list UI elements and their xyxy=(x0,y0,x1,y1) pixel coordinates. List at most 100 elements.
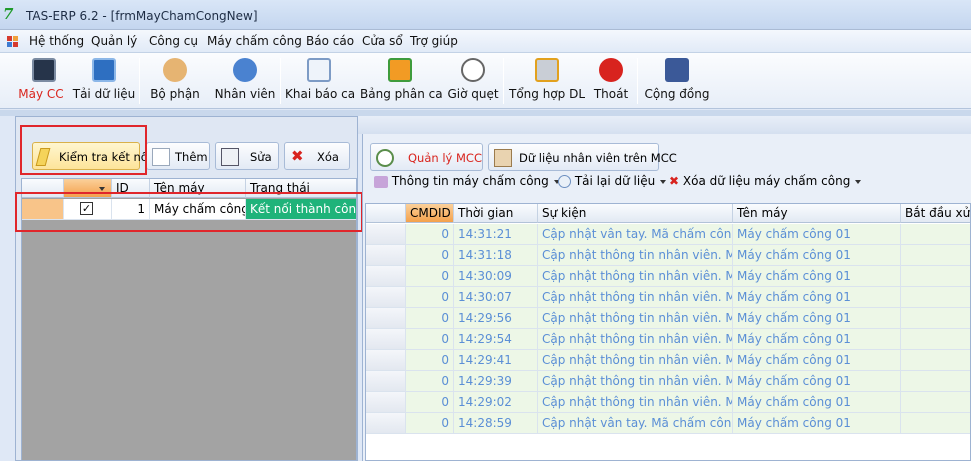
row-ten-may: Máy chấm công 01 xyxy=(733,371,901,392)
row-ten-may: Máy chấm công 01 xyxy=(733,266,901,287)
toolbar-label: Máy CC xyxy=(18,87,64,101)
toolbar-tai-du-lieu-button[interactable]: Tải dữ liệu xyxy=(72,53,136,109)
row-indicator xyxy=(366,329,406,350)
toolbar-tong-hop-dl-button[interactable]: Tổng hợp DL xyxy=(508,53,586,109)
row-thoi-gian: 14:29:41 xyxy=(454,350,538,371)
monitor-icon xyxy=(32,58,56,82)
delete-button[interactable]: ✖ Xóa xyxy=(284,142,350,170)
toolbar-label: Nhân viên xyxy=(214,87,276,101)
toolbar-label: Cộng đồng xyxy=(644,87,710,101)
toolbar-bo-phan-button[interactable]: Bộ phận xyxy=(146,53,204,109)
toolbar-thoat-button[interactable]: Thoát xyxy=(590,53,632,109)
toolbar-label: Giờ quẹt xyxy=(447,87,499,101)
row-ten-may: Máy chấm công 01 xyxy=(733,392,901,413)
facebook-icon xyxy=(665,58,689,82)
toolbar-label: Thoát xyxy=(593,87,629,101)
row-ten-may: Máy chấm công 01 xyxy=(733,329,901,350)
row-cmdid: 0 xyxy=(406,287,454,308)
row-ten-may: Máy chấm công 01 xyxy=(733,350,901,371)
toolbar-gio-quet-button[interactable]: Giờ quẹt xyxy=(447,53,499,109)
row-ten-may: Máy chấm công 01 xyxy=(733,308,901,329)
menu-may-cham-cong[interactable]: Máy chấm công xyxy=(207,34,302,48)
menu-quan-ly[interactable]: Quản lý xyxy=(91,34,137,48)
add-button[interactable]: Thêm xyxy=(146,142,210,170)
clock-icon xyxy=(461,58,485,82)
row-su-kien: Cập nhật thông tin nhân viên. Mã xyxy=(538,350,733,371)
grid-header-cmdid[interactable]: CMDID xyxy=(406,204,454,223)
add-label: Thêm xyxy=(175,150,208,164)
edit-button[interactable]: Sửa xyxy=(215,142,279,170)
row-indicator xyxy=(366,350,406,371)
reload-data-label: Tải lại dữ liệu xyxy=(574,174,656,188)
machine-info-label: Thông tin máy chấm công xyxy=(391,174,549,188)
toolbar-khai-bao-ca-button[interactable]: Khai báo ca xyxy=(285,53,356,109)
toolbar-nhan-vien-button[interactable]: Nhân viên xyxy=(213,53,277,109)
row-thoi-gian: 14:31:18 xyxy=(454,245,538,266)
row-cmdid: 0 xyxy=(406,224,454,245)
group-icon xyxy=(163,58,187,82)
row-indicator xyxy=(366,371,406,392)
grid-header-thoi-gian[interactable]: Thời gian xyxy=(454,204,538,223)
toolbar-may-cc-button[interactable]: Máy CC xyxy=(12,53,70,109)
row-indicator xyxy=(366,308,406,329)
toolbar-label: Khai báo ca xyxy=(285,87,356,101)
calendar-icon xyxy=(307,58,331,82)
tab-quan-ly-mcc[interactable]: Quản lý MCC xyxy=(370,143,483,171)
row-indicator xyxy=(366,392,406,413)
main-toolbar: Máy CC Tải dữ liệu Bộ phận Nhân viên Kha… xyxy=(0,53,971,109)
reload-data-dropdown[interactable]: Tải lại dữ liệu xyxy=(558,174,667,188)
row-thoi-gian: 14:30:07 xyxy=(454,287,538,308)
tab-du-lieu-nhan-vien[interactable]: Dữ liệu nhân viên trên MCC xyxy=(488,143,677,171)
app-menu-icon[interactable] xyxy=(7,36,19,47)
tab-quan-ly-mcc-label: Quản lý MCC xyxy=(408,151,482,165)
grid-header-ten-may[interactable]: Tên máy xyxy=(733,204,901,223)
tab-du-lieu-nhan-vien-label: Dữ liệu nhân viên trên MCC xyxy=(519,151,677,165)
row-ten-may: Máy chấm công 01 xyxy=(733,287,901,308)
menu-tro-giup[interactable]: Trợ giúp xyxy=(410,34,458,48)
row-cmdid: 0 xyxy=(406,308,454,329)
grid-header-su-kien[interactable]: Sự kiện xyxy=(538,204,733,223)
row-bat-dau-xu xyxy=(901,245,970,266)
download-icon xyxy=(92,58,116,82)
event-log-grid: CMDID Thời gian Sự kiện Tên máy Bắt đầu … xyxy=(365,203,971,461)
id-card-icon xyxy=(494,149,512,167)
menu-cua-so[interactable]: Cửa sổ xyxy=(362,34,403,48)
row-bat-dau-xu xyxy=(901,266,970,287)
toolbar-separator xyxy=(280,58,281,104)
grid-header-bat-dau-xu[interactable]: Bắt đầu xử xyxy=(901,204,970,223)
menu-cong-cu[interactable]: Công cụ xyxy=(149,34,198,48)
delete-machine-data-dropdown[interactable]: ✖ Xóa dữ liệu máy chấm công xyxy=(669,174,862,188)
toolbar-cong-dong-button[interactable]: Cộng đồng xyxy=(643,53,711,109)
row-thoi-gian: 14:31:21 xyxy=(454,224,538,245)
toolbar-label: Bảng phân ca xyxy=(360,87,443,101)
toolbar-label: Tổng hợp DL xyxy=(508,87,585,101)
row-su-kien: Cập nhật thông tin nhân viên. Mã xyxy=(538,266,733,287)
row-bat-dau-xu xyxy=(901,350,970,371)
row-ten-may: Máy chấm công 01 xyxy=(733,245,901,266)
row-su-kien: Cập nhật thông tin nhân viên. Mã xyxy=(538,245,733,266)
menu-he-thong[interactable]: Hệ thống xyxy=(29,34,84,48)
swap-arrows-icon xyxy=(388,58,412,82)
reload-icon xyxy=(558,175,571,188)
machine-info-dropdown[interactable]: Thông tin máy chấm công xyxy=(374,174,560,188)
row-thoi-gian: 14:29:02 xyxy=(454,392,538,413)
dropdown-icon xyxy=(660,179,667,184)
toolbar-separator xyxy=(637,58,638,104)
toolbar-separator xyxy=(139,58,140,104)
toolbar-separator xyxy=(503,58,504,104)
toolbar-bang-phan-ca-button[interactable]: Bảng phân ca xyxy=(360,53,443,109)
network-icon xyxy=(374,175,388,188)
menu-bao-cao[interactable]: Báo cáo xyxy=(306,34,354,48)
row-su-kien: Cập nhật thông tin nhân viên. Mã xyxy=(538,329,733,350)
row-cmdid: 0 xyxy=(406,266,454,287)
row-indicator xyxy=(366,413,406,434)
row-ten-may: Máy chấm công 01 xyxy=(733,413,901,434)
window-title: TAS-ERP 6.2 - [frmMayChamCongNew] xyxy=(26,9,258,23)
row-su-kien: Cập nhật thông tin nhân viên. Mã xyxy=(538,308,733,329)
delete-machine-data-label: Xóa dữ liệu máy chấm công xyxy=(682,174,851,188)
highlight-box-grid-row xyxy=(15,192,363,232)
row-bat-dau-xu xyxy=(901,287,970,308)
row-cmdid: 0 xyxy=(406,392,454,413)
new-document-icon xyxy=(152,148,170,166)
app-logo-icon: 7 xyxy=(3,5,14,23)
